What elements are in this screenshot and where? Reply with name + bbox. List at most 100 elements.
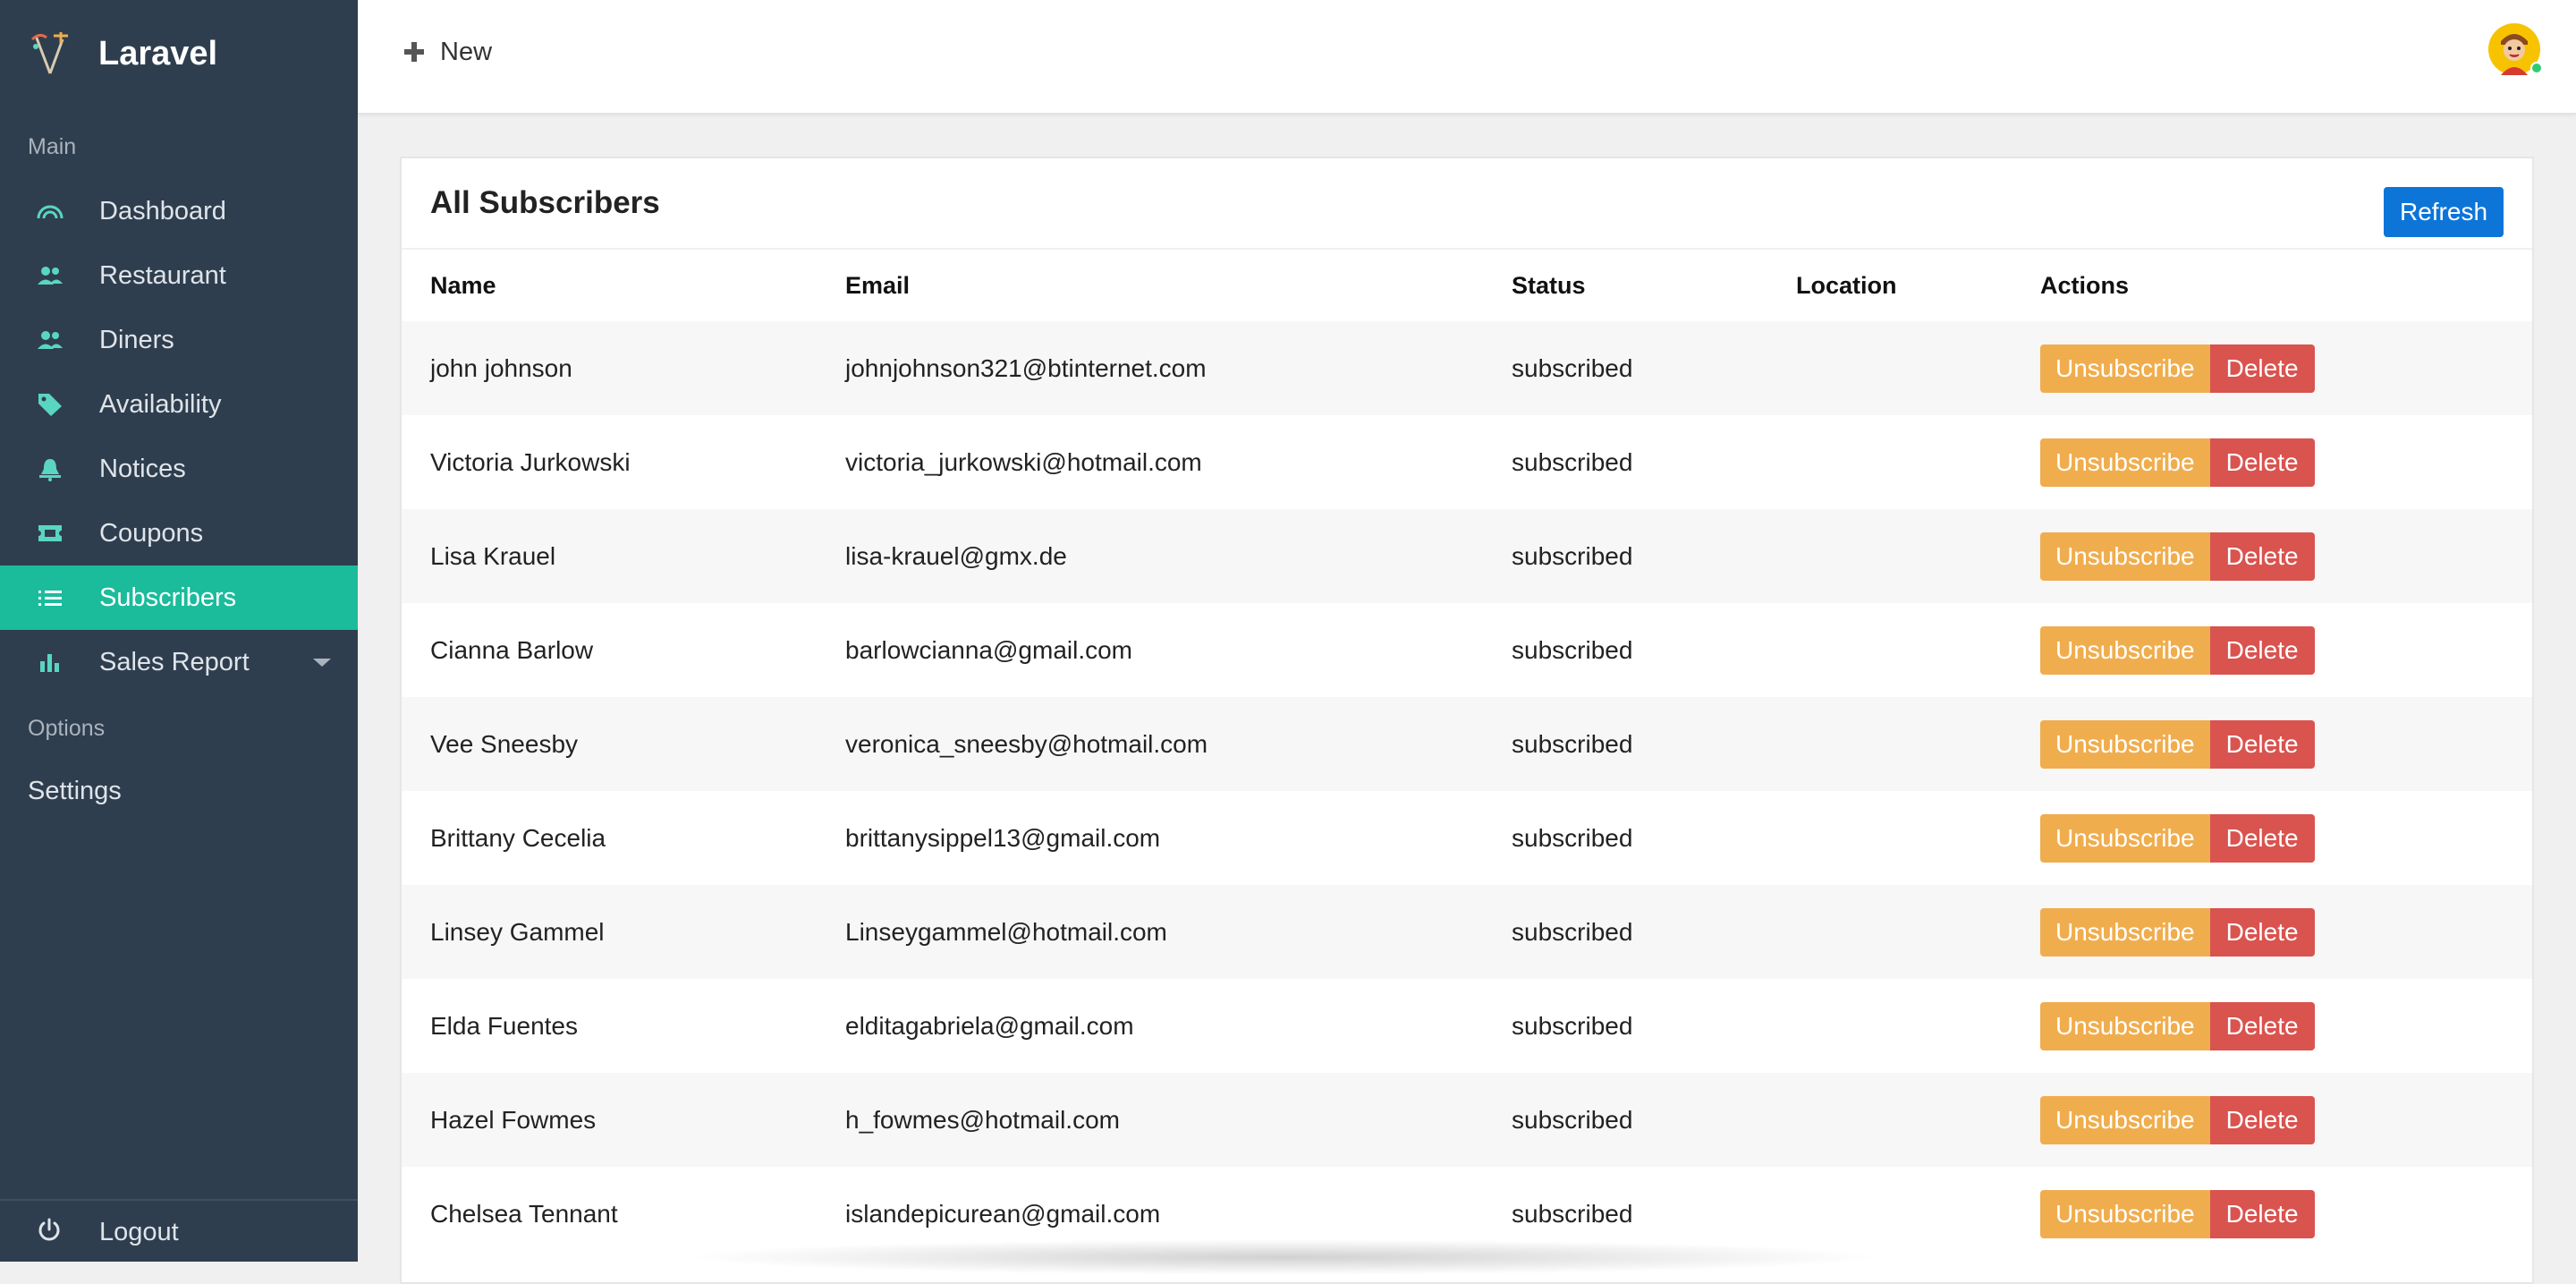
table-row: Vee Sneesby veronica_sneesby@hotmail.com… bbox=[402, 697, 2532, 791]
new-button-label: New bbox=[440, 37, 493, 66]
table-row: Cianna Barlow barlowcianna@gmail.com sub… bbox=[402, 603, 2532, 697]
table-header: Name Email Status Location Actions bbox=[402, 250, 2532, 321]
unsubscribe-button[interactable]: Unsubscribe bbox=[2040, 814, 2210, 863]
cell-email: victoria_jurkowski@hotmail.com bbox=[845, 448, 1202, 476]
unsubscribe-button[interactable]: Unsubscribe bbox=[2040, 908, 2210, 957]
table-row: Elda Fuentes elditagabriela@gmail.com su… bbox=[402, 979, 2532, 1073]
table-row: Lisa Krauel lisa-krauel@gmx.de subscribe… bbox=[402, 509, 2532, 603]
row-actions: Unsubscribe Delete bbox=[2040, 720, 2315, 769]
delete-button[interactable]: Delete bbox=[2209, 1190, 2315, 1238]
delete-button[interactable]: Delete bbox=[2209, 626, 2315, 675]
sidebar-item-label: Dashboard bbox=[99, 196, 226, 225]
unsubscribe-button[interactable]: Unsubscribe bbox=[2040, 720, 2210, 769]
row-actions: Unsubscribe Delete bbox=[2040, 438, 2315, 487]
cell-status: subscribed bbox=[1512, 1106, 1633, 1134]
laravel-logo-icon bbox=[30, 32, 68, 74]
row-actions: Unsubscribe Delete bbox=[2040, 626, 2315, 675]
row-actions: Unsubscribe Delete bbox=[2040, 532, 2315, 581]
cell-status: subscribed bbox=[1512, 918, 1633, 946]
logout-label: Logout bbox=[99, 1218, 179, 1246]
delete-button[interactable]: Delete bbox=[2209, 1096, 2315, 1144]
sidebar-item-label: Sales Report bbox=[99, 647, 250, 676]
row-actions: Unsubscribe Delete bbox=[2040, 344, 2315, 393]
bell-icon bbox=[36, 456, 64, 481]
cell-email: veronica_sneesby@hotmail.com bbox=[845, 730, 1208, 758]
tag-icon bbox=[36, 392, 64, 417]
column-header-status[interactable]: Status bbox=[1512, 272, 1586, 300]
cell-email: brittanysippel13@gmail.com bbox=[845, 824, 1161, 852]
cell-name: Linsey Gammel bbox=[430, 918, 605, 946]
cell-status: subscribed bbox=[1512, 824, 1633, 852]
table-row: Linsey Gammel Linseygammel@hotmail.com s… bbox=[402, 885, 2532, 979]
unsubscribe-button[interactable]: Unsubscribe bbox=[2040, 438, 2210, 487]
unsubscribe-button[interactable]: Unsubscribe bbox=[2040, 1190, 2210, 1238]
cell-name: Cianna Barlow bbox=[430, 636, 594, 664]
delete-button[interactable]: Delete bbox=[2209, 908, 2315, 957]
sidebar-item-label: Subscribers bbox=[99, 582, 237, 612]
cell-email: johnjohnson321@btinternet.com bbox=[845, 354, 1207, 382]
user-avatar[interactable] bbox=[2488, 23, 2544, 79]
sidebar-item-restaurant[interactable]: Restaurant bbox=[0, 243, 358, 308]
delete-button[interactable]: Delete bbox=[2209, 438, 2315, 487]
delete-button[interactable]: Delete bbox=[2209, 814, 2315, 863]
cell-status: subscribed bbox=[1512, 542, 1633, 570]
column-header-actions: Actions bbox=[2040, 272, 2130, 299]
cell-status: subscribed bbox=[1512, 1012, 1633, 1040]
delete-button[interactable]: Delete bbox=[2209, 344, 2315, 393]
sidebar-item-label: Diners bbox=[99, 325, 174, 354]
online-status-icon bbox=[2530, 62, 2543, 74]
unsubscribe-button[interactable]: Unsubscribe bbox=[2040, 1002, 2210, 1050]
dashboard-gauge-icon bbox=[36, 199, 64, 224]
unsubscribe-button[interactable]: Unsubscribe bbox=[2040, 532, 2210, 581]
cell-email: h_fowmes@hotmail.com bbox=[845, 1106, 1120, 1134]
sidebar-item-notices[interactable]: Notices bbox=[0, 437, 358, 501]
sidebar-item-diners[interactable]: Diners bbox=[0, 308, 358, 372]
chevron-down-icon[interactable] bbox=[313, 659, 331, 667]
table-row: Hazel Fowmes h_fowmes@hotmail.com subscr… bbox=[402, 1073, 2532, 1167]
cell-name: Lisa Krauel bbox=[430, 542, 556, 570]
subscribers-card: All Subscribers Refresh Name Email Statu… bbox=[400, 157, 2534, 1284]
unsubscribe-button[interactable]: Unsubscribe bbox=[2040, 344, 2210, 393]
sidebar-item-coupons[interactable]: Coupons bbox=[0, 501, 358, 565]
sidebar: Laravel Main Dashboard Restaurant Diners… bbox=[0, 0, 358, 1262]
column-header-name[interactable]: Name bbox=[430, 272, 496, 300]
cell-name: Chelsea Tennant bbox=[430, 1200, 618, 1228]
app-name: Laravel bbox=[98, 34, 218, 72]
section-label-options: Options bbox=[28, 716, 106, 741]
table-row: Brittany Cecelia brittanysippel13@gmail.… bbox=[402, 791, 2532, 885]
scroll-shadow bbox=[680, 1239, 1887, 1275]
users-icon bbox=[36, 327, 64, 353]
list-icon bbox=[36, 585, 64, 610]
sidebar-item-dashboard[interactable]: Dashboard bbox=[0, 179, 358, 243]
table-row: Victoria Jurkowski victoria_jurkowski@ho… bbox=[402, 415, 2532, 509]
sidebar-item-label: Restaurant bbox=[99, 260, 226, 290]
cell-email: elditagabriela@gmail.com bbox=[845, 1012, 1134, 1040]
row-actions: Unsubscribe Delete bbox=[2040, 908, 2315, 957]
unsubscribe-button[interactable]: Unsubscribe bbox=[2040, 626, 2210, 675]
cell-status: subscribed bbox=[1512, 354, 1633, 382]
row-actions: Unsubscribe Delete bbox=[2040, 1190, 2315, 1238]
sidebar-item-label: Notices bbox=[99, 454, 186, 483]
brand[interactable]: Laravel bbox=[27, 27, 217, 81]
delete-button[interactable]: Delete bbox=[2209, 532, 2315, 581]
delete-button[interactable]: Delete bbox=[2209, 1002, 2315, 1050]
bar-chart-icon bbox=[36, 650, 64, 675]
cell-name: Elda Fuentes bbox=[430, 1012, 578, 1040]
cell-status: subscribed bbox=[1512, 448, 1633, 476]
cell-email: Linseygammel@hotmail.com bbox=[845, 918, 1167, 946]
sidebar-item-settings[interactable]: Settings bbox=[28, 777, 122, 806]
logout-button[interactable]: Logout bbox=[0, 1201, 358, 1262]
sidebar-item-label: Coupons bbox=[99, 518, 204, 548]
cell-name: Victoria Jurkowski bbox=[430, 448, 631, 476]
sidebar-item-subscribers[interactable]: Subscribers bbox=[0, 565, 358, 630]
delete-button[interactable]: Delete bbox=[2209, 720, 2315, 769]
sidebar-item-availability[interactable]: Availability bbox=[0, 372, 358, 437]
new-button[interactable]: New bbox=[404, 34, 492, 70]
sidebar-item-sales-report[interactable]: Sales Report bbox=[0, 630, 358, 694]
row-actions: Unsubscribe Delete bbox=[2040, 1096, 2315, 1144]
refresh-button[interactable]: Refresh bbox=[2384, 187, 2504, 237]
column-header-email[interactable]: Email bbox=[845, 272, 910, 300]
column-header-location[interactable]: Location bbox=[1796, 272, 1897, 300]
unsubscribe-button[interactable]: Unsubscribe bbox=[2040, 1096, 2210, 1144]
cell-name: john johnson bbox=[430, 354, 572, 382]
